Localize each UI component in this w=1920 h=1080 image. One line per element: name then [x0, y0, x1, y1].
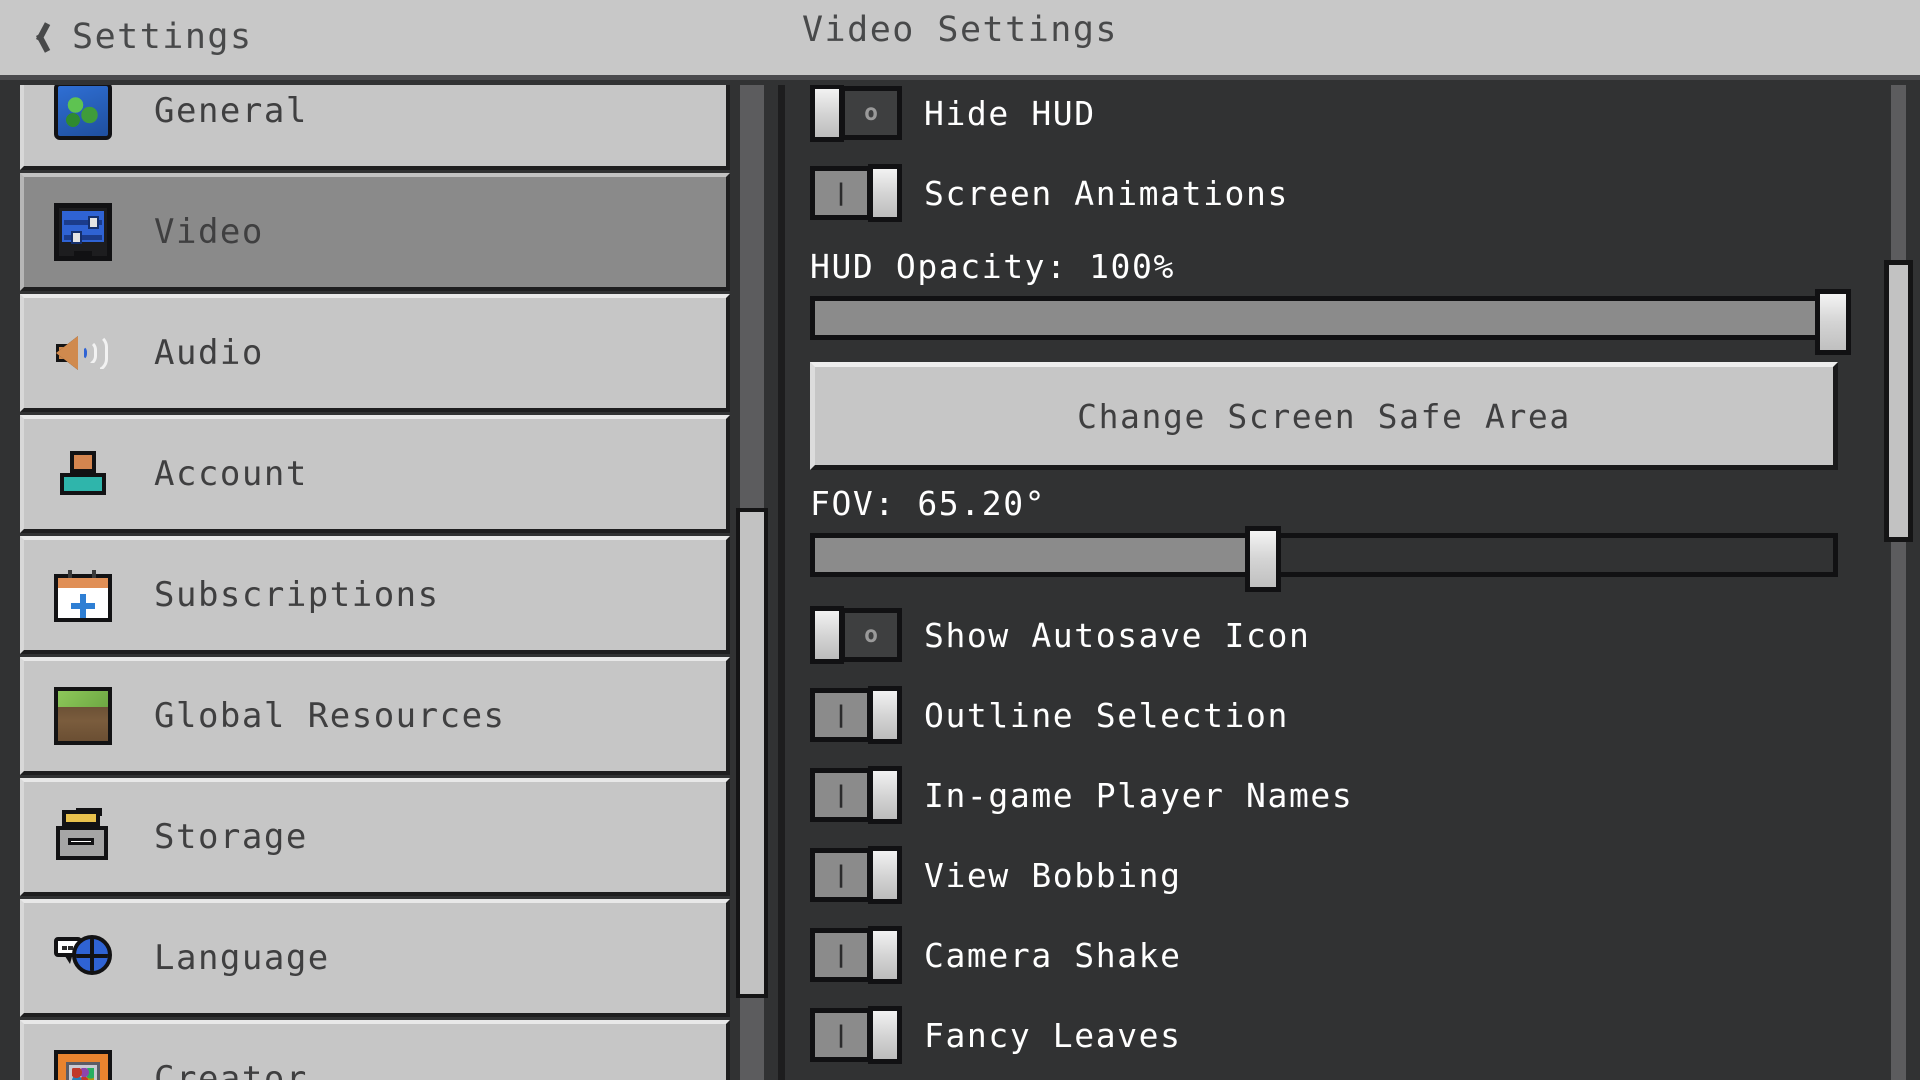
option-label: Screen Animations	[924, 173, 1289, 213]
sidebar-item-storage[interactable]: Storage	[20, 778, 730, 896]
toggle-track: |	[810, 166, 872, 220]
option-row: | View Bobbing	[810, 835, 1870, 915]
toggle-state-glyph: |	[834, 861, 848, 888]
option-row: | Fancy Leaves	[810, 995, 1870, 1075]
hud-opacity-label: HUD Opacity: 100%	[810, 247, 1175, 286]
toggle-track: |	[810, 848, 872, 902]
sidebar-item-label: Subscriptions	[154, 575, 440, 615]
option-label: Show Autosave Icon	[924, 615, 1311, 655]
toggle-show-autosave-icon[interactable]: o	[810, 606, 902, 664]
toggle-track: |	[810, 928, 872, 982]
toggle-state-glyph: o	[864, 99, 878, 126]
video-settings-options: o Hide HUD | Screen Animations HUD Opacity: …	[810, 85, 1870, 1075]
sidebar-item-audio[interactable]: Audio	[20, 294, 730, 412]
toggle-fancy-leaves[interactable]: |	[810, 1006, 902, 1064]
sidebar-item-label: Global Resources	[154, 696, 506, 736]
toggle-knob[interactable]	[868, 766, 902, 824]
sidebar-item-label: Language	[154, 938, 330, 978]
grass-block-icon	[54, 687, 112, 745]
sidebar-item-label: Storage	[154, 817, 308, 857]
option-label: Camera Shake	[924, 935, 1182, 975]
option-row: | Camera Shake	[810, 915, 1870, 995]
sidebar-item-video[interactable]: Video	[20, 173, 730, 291]
sidebar-item-label: Creator	[154, 1059, 308, 1080]
sidebar-item-label: Video	[154, 212, 264, 252]
sidebar-item-subscriptions[interactable]: Subscriptions	[20, 536, 730, 654]
toggle-state-glyph: |	[834, 781, 848, 808]
sidebar-item-list: General Video Audio Account Subscriptions Glo…	[20, 85, 730, 1080]
toggle-hide-hud[interactable]: o	[810, 85, 902, 142]
toggle-camera-shake[interactable]: |	[810, 926, 902, 984]
sidebar-item-account[interactable]: Account	[20, 415, 730, 533]
toggle-state-glyph: |	[834, 179, 848, 206]
toggle-knob[interactable]	[868, 686, 902, 744]
option-row: | Outline Selection	[810, 675, 1870, 755]
hud-opacity-slider[interactable]	[810, 289, 1851, 355]
option-row: o Hide HUD	[810, 85, 1870, 153]
panel-scrollbar-track[interactable]	[1891, 85, 1906, 1080]
toggle-knob[interactable]	[868, 846, 902, 904]
hud-opacity-group: HUD Opacity: 100%	[810, 247, 1870, 355]
sidebar-item-label: Audio	[154, 333, 264, 373]
option-row: | In-game Player Names	[810, 755, 1870, 835]
toggle-knob[interactable]	[810, 606, 844, 664]
sidebar-scrollbar-thumb[interactable]	[736, 508, 768, 998]
sidebar-item-global-resources[interactable]: Global Resources	[20, 657, 730, 775]
option-label: In-game Player Names	[924, 775, 1354, 815]
sidebar-item-label: Account	[154, 454, 308, 494]
file-cabinet-icon	[54, 808, 112, 866]
change-screen-safe-area-button[interactable]: Change Screen Safe Area	[810, 362, 1838, 470]
sidebar-item-label: General	[154, 91, 308, 131]
option-row: o Show Autosave Icon	[810, 595, 1870, 675]
slider-handle[interactable]	[1244, 526, 1281, 592]
speech-globe-icon	[54, 929, 112, 987]
option-label: View Bobbing	[924, 855, 1182, 895]
toggle-track: o	[840, 86, 902, 140]
header-bar: Settings Video Settings	[0, 0, 1920, 80]
sidebar-item-creator[interactable]: Creator	[20, 1020, 730, 1080]
page-title: Video Settings	[801, 10, 1118, 50]
toggle-track: |	[810, 688, 872, 742]
toggle-track: |	[810, 1008, 872, 1062]
option-label: Hide HUD	[924, 93, 1096, 133]
toggle-knob[interactable]	[868, 926, 902, 984]
globe-block-icon	[54, 85, 112, 140]
video-settings-screen: Settings Video Settings General Video Audi…	[0, 0, 1920, 1080]
monitor-icon	[54, 203, 112, 261]
speaker-icon	[54, 324, 112, 382]
toggle-in-game-player-names[interactable]: |	[810, 766, 902, 824]
calendar-plus-icon	[54, 570, 112, 622]
slider-handle[interactable]	[1815, 289, 1851, 355]
slider-fill	[815, 301, 1833, 335]
toggle-outline-selection[interactable]: |	[810, 686, 902, 744]
slider-fill	[815, 538, 1263, 572]
toggle-knob[interactable]	[868, 164, 902, 222]
fov-label: FOV: 65.20°	[810, 484, 1047, 523]
settings-sidebar: General Video Audio Account Subscriptions Glo…	[0, 85, 778, 1080]
person-icon	[54, 445, 112, 503]
fov-slider[interactable]	[810, 526, 1838, 592]
panel-scrollbar-thumb[interactable]	[1884, 260, 1913, 542]
button-label: Change Screen Safe Area	[1077, 396, 1571, 436]
toggle-state-glyph: |	[834, 701, 848, 728]
toggle-view-bobbing[interactable]: |	[810, 846, 902, 904]
toggle-state-glyph: |	[834, 941, 848, 968]
sidebar-item-general[interactable]: General	[20, 85, 730, 170]
fov-group: FOV: 65.20°	[810, 484, 1870, 592]
toggle-state-glyph: o	[864, 621, 878, 648]
video-settings-panel: o Hide HUD | Screen Animations HUD Opacity: …	[778, 85, 1920, 1080]
option-label: Outline Selection	[924, 695, 1289, 735]
sidebar-item-language[interactable]: Language	[20, 899, 730, 1017]
toggle-knob[interactable]	[868, 1006, 902, 1064]
toggle-track: |	[810, 768, 872, 822]
option-row: | Screen Animations	[810, 153, 1870, 233]
option-label: Fancy Leaves	[924, 1015, 1182, 1055]
toggle-track: o	[840, 608, 902, 662]
toggle-state-glyph: |	[834, 1021, 848, 1048]
creator-panel-icon	[54, 1050, 112, 1080]
toggle-screen-animations[interactable]: |	[810, 164, 902, 222]
toggle-knob[interactable]	[810, 85, 844, 142]
